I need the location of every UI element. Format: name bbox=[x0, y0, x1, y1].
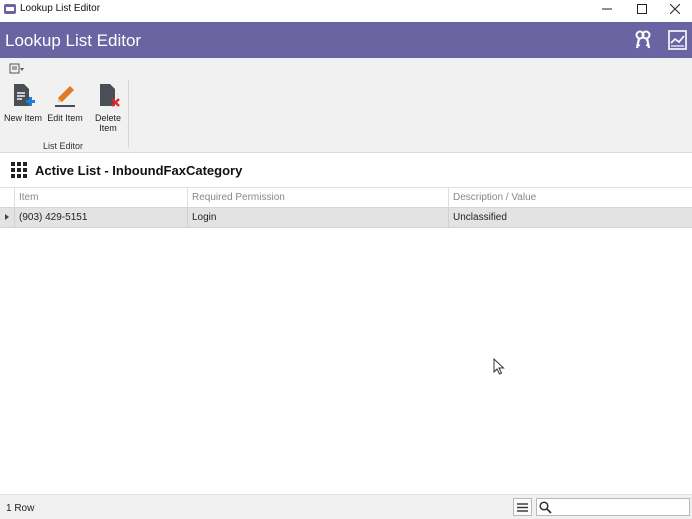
app-title: Lookup List Editor bbox=[5, 31, 142, 50]
cell-description[interactable]: Unclassified bbox=[453, 212, 507, 223]
new-item-icon bbox=[14, 84, 35, 106]
new-item-label: New Item bbox=[3, 113, 42, 123]
cell-item[interactable]: (903) 429-5151 bbox=[19, 212, 87, 223]
lookup-table: Item Required Permission Description / V… bbox=[0, 187, 692, 228]
search-box bbox=[536, 498, 690, 516]
cell-required-permission[interactable]: Login bbox=[192, 212, 216, 223]
minimize-button[interactable] bbox=[590, 0, 624, 18]
search-input[interactable] bbox=[555, 500, 687, 514]
maximize-button[interactable] bbox=[625, 0, 659, 18]
lookup-list-editor-window: Lookup List Editor Lookup List Editor Ne… bbox=[0, 0, 692, 519]
minimize-icon bbox=[602, 8, 612, 10]
edit-item-button[interactable]: Edit Item bbox=[45, 82, 85, 123]
hamburger-menu-icon bbox=[517, 502, 528, 512]
delete-item-label-line1: Delete bbox=[94, 113, 121, 123]
window-titlebar: Lookup List Editor bbox=[0, 0, 692, 18]
report-icon[interactable] bbox=[667, 29, 689, 51]
column-separator bbox=[14, 188, 15, 208]
delete-item-button[interactable]: Delete Item bbox=[90, 82, 126, 133]
column-separator bbox=[187, 208, 188, 228]
list-title: Active List - InboundFaxCategory bbox=[35, 163, 243, 178]
column-separator bbox=[187, 188, 188, 208]
maximize-icon bbox=[637, 4, 647, 14]
table-header: Item Required Permission Description / V… bbox=[0, 187, 692, 208]
delete-item-label-line2: Item bbox=[99, 123, 117, 133]
list-heading: Active List - InboundFaxCategory bbox=[0, 160, 692, 182]
close-icon bbox=[670, 4, 680, 14]
column-separator bbox=[448, 208, 449, 228]
close-button[interactable] bbox=[658, 0, 692, 18]
ribbon-group-label: List Editor bbox=[43, 141, 84, 151]
window-title: Lookup List Editor bbox=[20, 3, 101, 14]
mouse-cursor-icon bbox=[493, 358, 505, 375]
new-item-button[interactable]: New Item bbox=[3, 82, 43, 123]
ribbon-group-separator bbox=[128, 80, 129, 148]
app-icon bbox=[4, 4, 16, 14]
row-count: 1 Row bbox=[6, 503, 35, 514]
delete-item-icon bbox=[100, 84, 120, 107]
column-header-required-permission[interactable]: Required Permission bbox=[192, 192, 285, 203]
search-icon bbox=[539, 501, 552, 514]
status-bar: 1 Row bbox=[0, 494, 692, 519]
edit-item-label: Edit Item bbox=[47, 113, 83, 123]
column-header-description[interactable]: Description / Value bbox=[453, 192, 536, 203]
keys-icon[interactable] bbox=[632, 29, 654, 51]
edit-item-icon bbox=[55, 86, 75, 107]
grid-icon bbox=[11, 162, 27, 178]
quick-access-menu-icon[interactable] bbox=[9, 63, 25, 75]
list-menu-button[interactable] bbox=[513, 498, 532, 516]
row-indicator-icon bbox=[5, 214, 9, 220]
app-header: Lookup List Editor bbox=[0, 22, 692, 58]
column-header-item[interactable]: Item bbox=[19, 192, 38, 203]
table-row[interactable]: (903) 429-5151 Login Unclassified bbox=[0, 208, 692, 228]
column-separator bbox=[448, 188, 449, 208]
column-separator bbox=[14, 208, 15, 228]
ribbon: New Item Edit Item Delete Item List Edit… bbox=[0, 58, 692, 153]
